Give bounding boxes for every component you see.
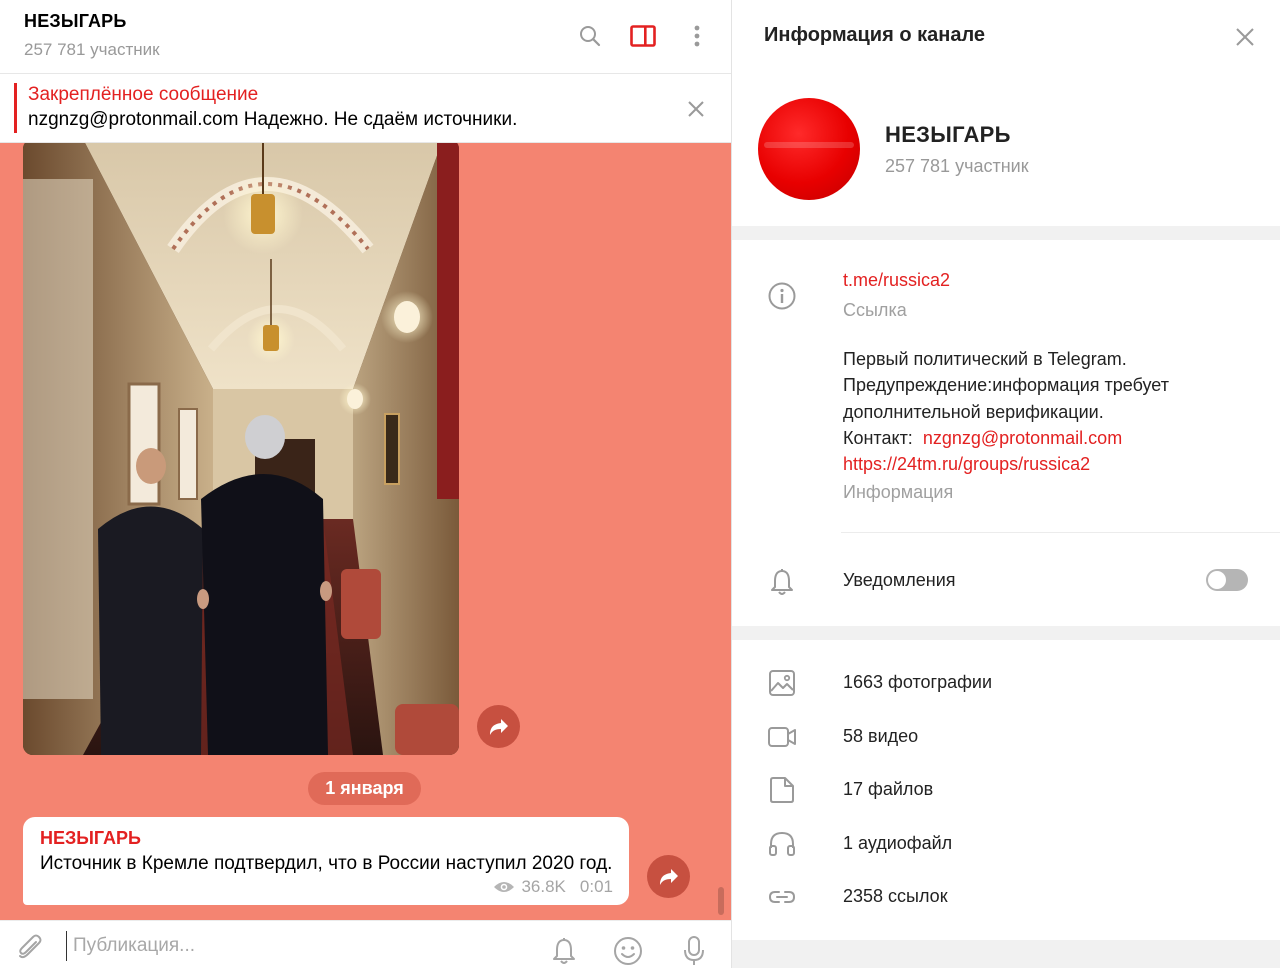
- media-label: 1 аудиофайл: [843, 833, 953, 853]
- contact-line: Контакт: nzgnzg@protonmail.com: [843, 425, 1169, 451]
- voice-message-button[interactable]: [676, 933, 712, 968]
- telegram-window: НЕЗЫГАРЬ 257 781 участник Закреплённое с…: [0, 0, 1280, 968]
- message-composer: [0, 920, 731, 968]
- contact-label: Контакт:: [843, 427, 913, 448]
- message-list[interactable]: 1 января НЕЗЫГАРЬ Источник в Кремле подт…: [0, 143, 731, 920]
- media-row-audio[interactable]: 1 аудиофайл: [732, 819, 1280, 869]
- chat-panel: НЕЗЫГАРЬ 257 781 участник Закреплённое с…: [0, 0, 731, 968]
- photo-icon: [764, 665, 800, 701]
- forward-message-button[interactable]: [647, 855, 690, 898]
- corridor-photo: [23, 143, 459, 755]
- divider: [841, 532, 1280, 533]
- close-info-button[interactable]: [1228, 20, 1262, 54]
- info-panel-title: Информация о канале: [764, 24, 986, 46]
- microphone-icon: [684, 936, 704, 965]
- channel-description: Первый политический в Telegram. Предупре…: [843, 346, 1169, 477]
- pinned-accent-bar: [14, 83, 17, 133]
- channel-name: НЕЗЫГАРЬ: [885, 122, 1011, 147]
- more-vertical-icon: [694, 25, 700, 47]
- paperclip-icon: [19, 934, 42, 959]
- forward-photo-button[interactable]: [477, 705, 520, 748]
- message-time: 0:01: [579, 877, 613, 896]
- sidebar-panel-icon: [630, 25, 656, 47]
- message-text: Источник в Кремле подтвердил, что в Росс…: [40, 853, 613, 874]
- search-icon: [580, 26, 601, 47]
- message-input[interactable]: [66, 931, 526, 961]
- pinned-title: Закреплённое сообщение: [28, 84, 259, 105]
- silent-broadcast-button[interactable]: [546, 933, 582, 968]
- smile-icon: [614, 937, 642, 965]
- info-details-section: t.me/russica2 Ссылка Первый политический…: [732, 240, 1280, 626]
- media-label: 1663 фотографии: [843, 672, 993, 692]
- contact-email-link[interactable]: nzgnzg@protonmail.com: [923, 428, 1122, 448]
- bell-icon: [764, 564, 800, 600]
- media-row-photos[interactable]: 1663 фотографии: [732, 658, 1280, 708]
- description-line: дополнительной верификации.: [843, 401, 1104, 422]
- view-count: 36.8K: [521, 877, 566, 896]
- video-icon: [764, 719, 800, 755]
- forward-arrow-icon: [659, 868, 678, 885]
- media-label: 2358 ссылок: [843, 886, 948, 906]
- channel-link[interactable]: t.me/russica2: [843, 270, 950, 291]
- chat-subscriber-count: 257 781 участник: [24, 40, 160, 59]
- more-options-button[interactable]: [679, 18, 715, 54]
- media-row-videos[interactable]: 58 видео: [732, 712, 1280, 762]
- message-photo[interactable]: [23, 143, 459, 755]
- search-button[interactable]: [572, 18, 608, 54]
- channel-subscriber-count: 257 781 участник: [885, 156, 1029, 176]
- description-line: Предупреждение:информация требует: [843, 375, 1169, 396]
- forward-arrow-icon: [489, 718, 508, 735]
- shared-media-section: 1663 фотографии 58 видео 17 файлов 1 ауд…: [732, 640, 1280, 940]
- close-pinned-button[interactable]: [680, 93, 712, 125]
- emoji-button[interactable]: [610, 933, 646, 968]
- eye-icon: [494, 882, 515, 892]
- close-icon: [1236, 28, 1254, 46]
- chat-header[interactable]: НЕЗЫГАРЬ 257 781 участник: [0, 0, 731, 74]
- contact-url-link[interactable]: https://24tm.ru/groups/russica2: [843, 454, 1090, 474]
- description-line: Первый политический в Telegram.: [843, 349, 1127, 369]
- headphones-icon: [764, 826, 800, 862]
- chat-title[interactable]: НЕЗЫГАРЬ: [24, 11, 127, 32]
- description-caption: Информация: [843, 482, 954, 502]
- channel-link-caption: Ссылка: [843, 300, 907, 320]
- attach-button[interactable]: [12, 929, 48, 965]
- bell-icon: [553, 938, 575, 964]
- media-label: 17 файлов: [843, 779, 934, 799]
- pinned-message-bar[interactable]: Закреплённое сообщение nzgnzg@protonmail…: [0, 75, 731, 143]
- link-icon: [764, 879, 800, 915]
- toggle-knob: [1208, 571, 1226, 589]
- pinned-text: nzgnzg@protonmail.com Надежно. Не сдаём …: [28, 109, 518, 130]
- message-author[interactable]: НЕЗЫГАРЬ: [40, 828, 141, 849]
- date-separator: 1 января: [308, 772, 421, 805]
- info-circle-icon: [764, 278, 800, 314]
- toggle-info-panel-button[interactable]: [625, 18, 661, 54]
- file-icon: [764, 772, 800, 808]
- notifications-toggle[interactable]: [1206, 569, 1248, 591]
- media-label: 58 видео: [843, 726, 919, 746]
- media-row-files[interactable]: 17 файлов: [732, 765, 1280, 815]
- message-meta: 36.8K 0:01: [493, 877, 613, 897]
- info-header-section: Информация о канале НЕЗЫГАРЬ 257 781 уча…: [732, 0, 1280, 226]
- channel-info-panel: Информация о канале НЕЗЫГАРЬ 257 781 уча…: [731, 0, 1280, 968]
- channel-message[interactable]: НЕЗЫГАРЬ Источник в Кремле подтвердил, ч…: [23, 817, 629, 905]
- chat-scrollbar[interactable]: [718, 887, 724, 915]
- notifications-label: Уведомления: [843, 570, 956, 590]
- channel-avatar[interactable]: [758, 98, 860, 200]
- media-row-links[interactable]: 2358 ссылок: [732, 872, 1280, 922]
- close-icon: [688, 101, 704, 117]
